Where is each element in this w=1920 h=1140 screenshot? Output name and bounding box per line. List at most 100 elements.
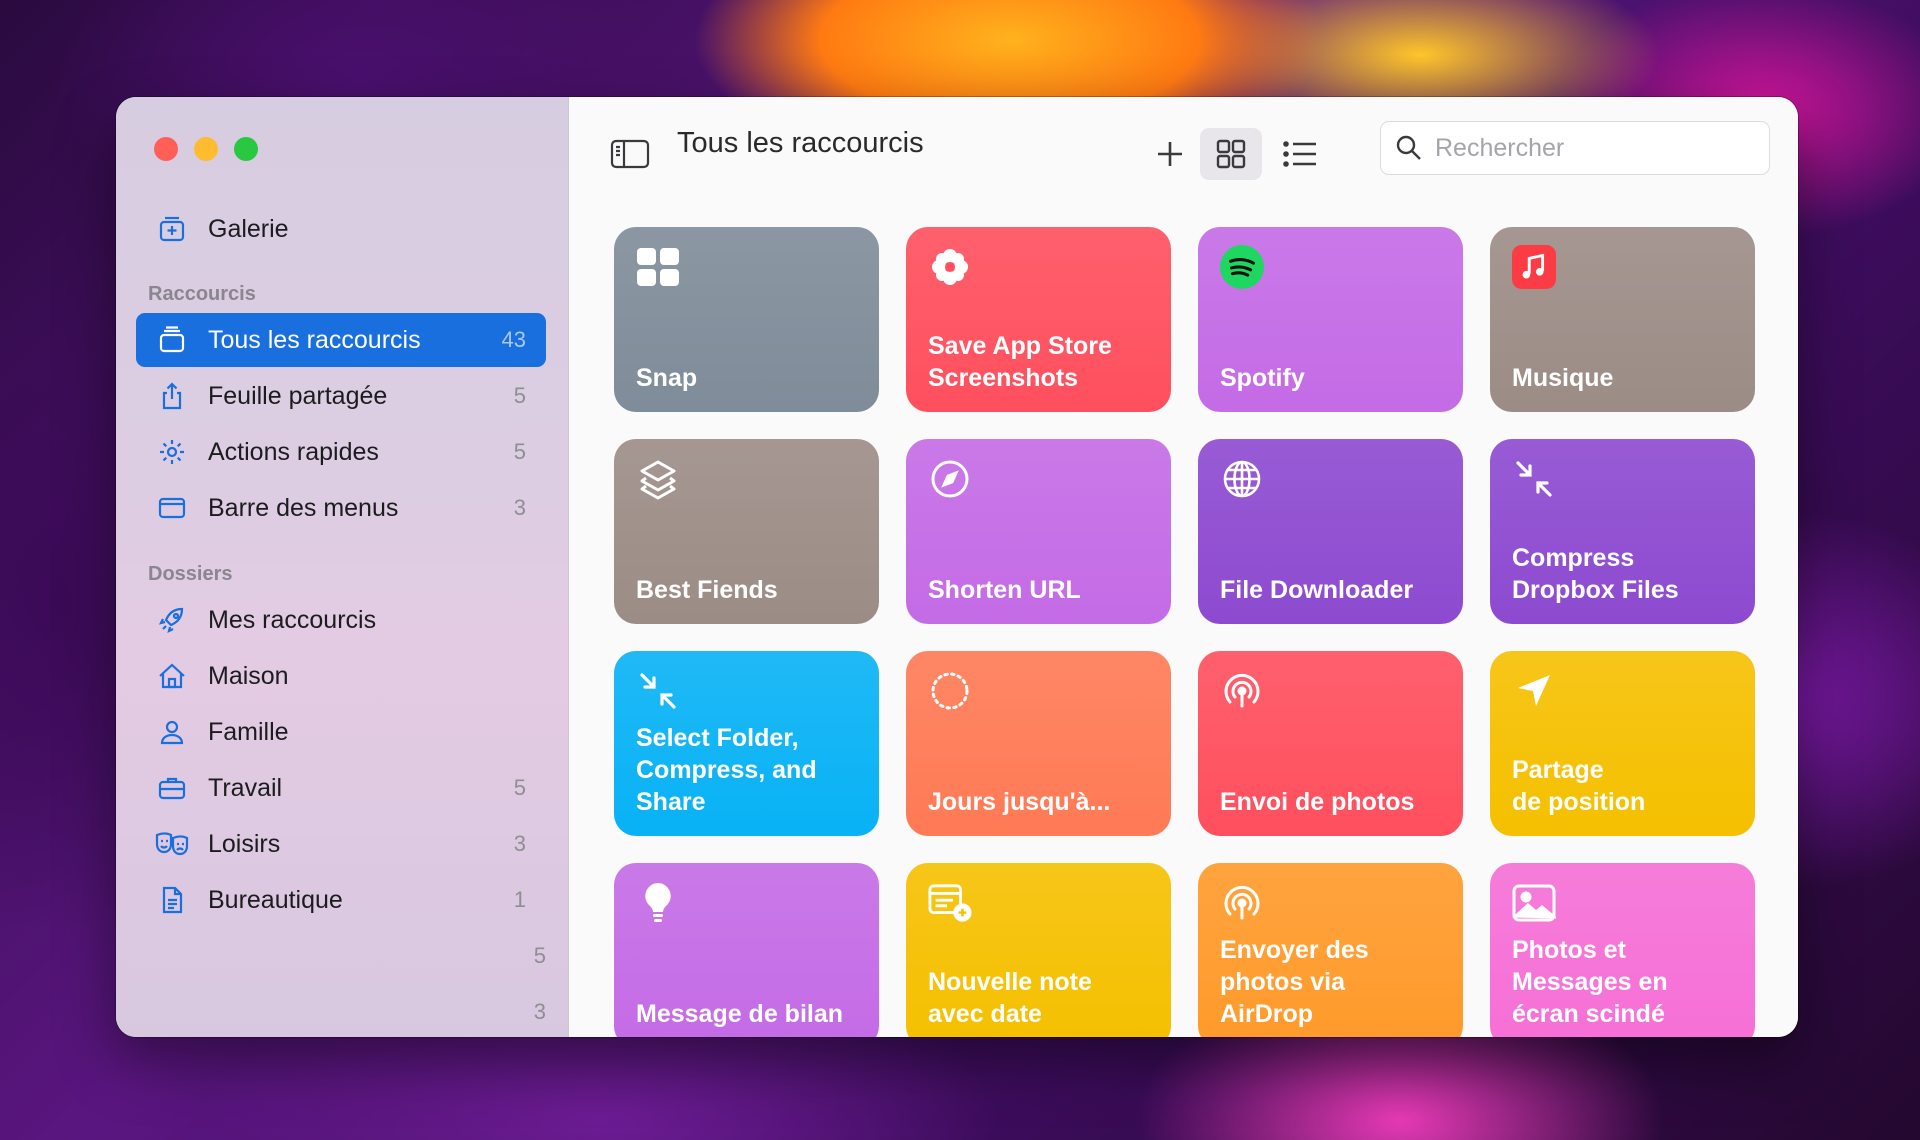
sidebar-item-count: 5 xyxy=(513,439,526,464)
shortcut-tile-select-folder-compress-share[interactable]: Select Folder, Compress, and Share xyxy=(614,651,879,836)
tile-label: Musique xyxy=(1512,364,1614,392)
sidebar-item-all-shortcuts[interactable]: Tous les raccourcis 43 xyxy=(136,313,546,367)
sidebar-item-leisure[interactable]: Loisirs 3 xyxy=(136,817,546,871)
sidebar-item-label: Famille xyxy=(208,717,289,746)
sidebar: Galerie Raccourcis Tous les raccourcis 4… xyxy=(116,97,569,1037)
tile-label: Spotify xyxy=(1220,364,1305,392)
tile-label: Message de bilan xyxy=(636,1000,844,1028)
sidebar-orphan-count: 5 xyxy=(533,943,546,968)
share-icon xyxy=(136,381,200,411)
tile-label: Photos et Messages en écran scindé xyxy=(1512,936,1668,1028)
shortcut-tile-compress-dropbox-files[interactable]: Compress Dropbox Files xyxy=(1490,439,1755,624)
shortcut-tile-jours-jusqua[interactable]: Jours jusqu'à... xyxy=(906,651,1171,836)
tile-label: Partage de position xyxy=(1512,756,1646,816)
grid-squares-icon xyxy=(636,245,680,289)
tile-label: Jours jusqu'à... xyxy=(928,788,1111,816)
shortcut-tile-file-downloader[interactable]: File Downloader xyxy=(1198,439,1463,624)
close-window-button[interactable] xyxy=(154,137,178,161)
shortcut-tile-envoyer-photos-airdrop[interactable]: Envoyer des photos via AirDrop xyxy=(1198,863,1463,1037)
theater-masks-icon xyxy=(136,829,200,859)
sidebar-item-label: Travail xyxy=(208,773,283,802)
add-shortcut-button[interactable] xyxy=(1139,128,1201,180)
person-icon xyxy=(136,717,200,747)
gallery-icon xyxy=(136,214,200,244)
shortcut-tile-partage-de-position[interactable]: Partage de position xyxy=(1490,651,1755,836)
sidebar-item-count: 3 xyxy=(513,831,526,856)
rocket-icon xyxy=(136,605,200,635)
search-icon xyxy=(1396,135,1421,160)
sidebar-item-count: 5 xyxy=(513,775,526,800)
sidebar-item-home[interactable]: Maison xyxy=(136,649,546,703)
sidebar-item-label: Mes raccourcis xyxy=(208,605,377,634)
list-view-icon xyxy=(1283,141,1316,167)
plus-icon xyxy=(1158,142,1182,166)
airdrop-icon xyxy=(1220,669,1264,713)
briefcase-icon xyxy=(136,773,200,803)
grid-view-icon xyxy=(1216,139,1246,169)
list-view-button[interactable] xyxy=(1269,128,1331,180)
sidebar-item-gallery[interactable]: Galerie xyxy=(136,202,546,256)
maximize-window-button[interactable] xyxy=(234,137,258,161)
sidebar-item-office[interactable]: Bureautique 1 xyxy=(136,873,546,927)
sidebar-item-quick-actions[interactable]: Actions rapides 5 xyxy=(136,425,546,479)
minimize-window-button[interactable] xyxy=(194,137,218,161)
shortcuts-window: Galerie Raccourcis Tous les raccourcis 4… xyxy=(116,97,1798,1037)
window-controls xyxy=(154,137,258,161)
tile-label: Envoi de photos xyxy=(1220,788,1415,816)
menubar-icon xyxy=(136,493,200,523)
sidebar-item-label: Galerie xyxy=(208,214,289,243)
sidebar-item-count: 5 xyxy=(513,383,526,408)
arrows-in-icon xyxy=(636,669,680,713)
section-header-folders: Dossiers xyxy=(148,563,233,585)
shortcut-tile-message-de-bilan[interactable]: Message de bilan xyxy=(614,863,879,1037)
shortcut-tile-shorten-url[interactable]: Shorten URL xyxy=(906,439,1171,624)
gear-icon xyxy=(136,437,200,467)
arrows-in-icon xyxy=(1512,457,1556,501)
airdrop-icon xyxy=(1220,881,1264,925)
page-title: Tous les raccourcis xyxy=(677,127,924,159)
sidebar-item-share-sheet[interactable]: Feuille partagée 5 xyxy=(136,369,546,423)
shortcut-tile-envoi-de-photos[interactable]: Envoi de photos xyxy=(1198,651,1463,836)
tile-label: Select Folder, Compress, and Share xyxy=(636,724,817,816)
main-content: Tous les raccourcis Rechercher Snap Save… xyxy=(569,97,1798,1037)
toggle-sidebar-button[interactable] xyxy=(599,128,661,180)
sidebar-item-label: Actions rapides xyxy=(208,437,379,466)
tile-label: Shorten URL xyxy=(928,576,1081,604)
sidebar-item-count: 43 xyxy=(501,327,526,352)
tile-label: Snap xyxy=(636,364,698,392)
shortcut-tile-best-fiends[interactable]: Best Fiends xyxy=(614,439,879,624)
sidebar-item-label: Feuille partagée xyxy=(208,381,388,410)
tile-label: File Downloader xyxy=(1220,576,1414,604)
document-icon xyxy=(136,885,200,915)
dotted-circle-icon xyxy=(928,669,972,713)
tile-label: Nouvelle note avec date xyxy=(928,968,1092,1028)
location-arrow-icon xyxy=(1512,669,1556,713)
shortcut-tile-save-app-store-screenshots[interactable]: Save App Store Screenshots xyxy=(906,227,1171,412)
sidebar-toggle-icon xyxy=(610,139,650,169)
compass-icon xyxy=(928,457,972,501)
shortcut-tile-nouvelle-note-avec-date[interactable]: Nouvelle note avec date xyxy=(906,863,1171,1037)
house-icon xyxy=(136,661,200,691)
sidebar-item-work[interactable]: Travail 5 xyxy=(136,761,546,815)
layers-icon xyxy=(636,457,680,501)
photo-icon xyxy=(1512,881,1556,925)
sidebar-item-label: Tous les raccourcis xyxy=(208,325,421,354)
shortcut-tile-snap[interactable]: Snap xyxy=(614,227,879,412)
search-field[interactable] xyxy=(1380,121,1770,175)
sidebar-item-count: 1 xyxy=(513,887,526,912)
sidebar-item-label: Maison xyxy=(208,661,289,690)
sidebar-item-my-shortcuts[interactable]: Mes raccourcis xyxy=(136,593,546,647)
shortcut-tile-photos-split-screen[interactable]: Photos et Messages en écran scindé xyxy=(1490,863,1755,1037)
shortcut-tile-spotify[interactable]: Spotify xyxy=(1198,227,1463,412)
sidebar-item-count: 3 xyxy=(513,495,526,520)
sidebar-item-label: Barre des menus xyxy=(208,493,399,522)
sidebar-item-menu-bar[interactable]: Barre des menus 3 xyxy=(136,481,546,535)
search-input[interactable] xyxy=(1433,132,1737,164)
tile-label: Envoyer des photos via AirDrop xyxy=(1220,936,1369,1028)
sidebar-item-family[interactable]: Famille xyxy=(136,705,546,759)
stack-icon xyxy=(136,325,200,355)
shortcut-tile-musique[interactable]: Musique xyxy=(1490,227,1755,412)
globe-icon xyxy=(1220,457,1264,501)
sidebar-item-label: Loisirs xyxy=(208,829,281,858)
grid-view-button[interactable] xyxy=(1200,128,1262,180)
